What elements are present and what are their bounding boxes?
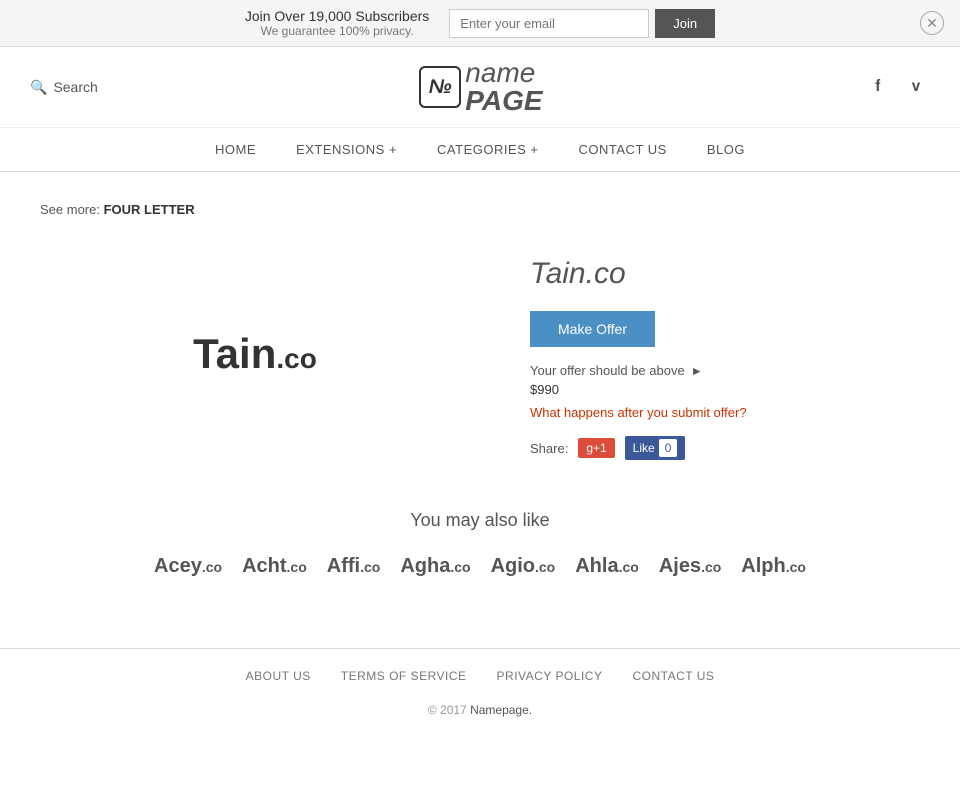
domain-card-tld: .co [202, 559, 222, 575]
search-label: Search [53, 79, 97, 95]
fb-count: 0 [659, 439, 678, 457]
email-form: Join [449, 9, 715, 38]
domain-card-name: Acey [154, 555, 202, 577]
join-button[interactable]: Join [655, 9, 715, 38]
domain-card-tld: .co [360, 559, 380, 575]
also-like-grid: Acey.coAcht.coAffi.coAgha.coAgio.coAhla.… [40, 555, 920, 578]
logo-name: name [465, 59, 542, 87]
main-content: See more: FOUR LETTER Tain.co Tain.co Ma… [0, 172, 960, 648]
gplus-button[interactable]: g+1 [578, 438, 614, 458]
domain-logo-name: Tain [193, 330, 276, 377]
domain-card-tld: .co [786, 559, 806, 575]
domain-logo-display: Tain.co [193, 330, 317, 378]
nav-extensions[interactable]: EXTENSIONS + [296, 142, 397, 157]
domain-card-name: Affi [327, 555, 360, 577]
fb-like-label: Like [633, 441, 655, 455]
footer-nav-link[interactable]: ABOUT US [246, 669, 311, 683]
domain-logo-tld: .co [276, 343, 316, 374]
domain-card[interactable]: Acey.co [154, 555, 222, 578]
domain-card[interactable]: Agha.co [400, 555, 470, 578]
footer-copyright: © 2017 Namepage. [40, 703, 920, 717]
main-nav: HOME EXTENSIONS + CATEGORIES + CONTACT U… [0, 128, 960, 172]
top-banner: Join Over 19,000 Subscribers We guarante… [0, 0, 960, 47]
share-area: Share: g+1 Like 0 [530, 436, 920, 460]
domain-card[interactable]: Agio.co [491, 555, 556, 578]
domain-card[interactable]: Alph.co [741, 555, 806, 578]
footer-nav: ABOUT US TERMS OF SERVICE PRIVACY POLICY CO… [40, 669, 920, 683]
make-offer-button[interactable]: Make Offer [530, 311, 655, 347]
footer-nav-link[interactable]: TERMS OF SERVICE [341, 669, 467, 683]
fb-like-button[interactable]: Like 0 [625, 436, 686, 460]
copyright-year: © 2017 [428, 703, 467, 717]
domain-card-tld: .co [535, 559, 555, 575]
share-label: Share: [530, 441, 568, 456]
offer-question-link[interactable]: What happens after you submit offer? [530, 405, 920, 420]
domain-name-large: Tain.co [530, 257, 920, 291]
domain-card-tld: .co [450, 559, 470, 575]
search-area[interactable]: 🔍 Search [30, 79, 98, 96]
nav-home[interactable]: HOME [215, 142, 256, 157]
domain-card-name: Agha [400, 555, 450, 577]
facebook-icon[interactable]: 𝐟 [864, 73, 892, 101]
domain-card[interactable]: Ahla.co [575, 555, 639, 578]
logo[interactable]: № name PAGE [419, 59, 542, 115]
banner-sub-text: We guarantee 100% privacy. [245, 24, 429, 38]
see-more-prefix: See more: [40, 202, 100, 217]
domain-section: Tain.co Tain.co Make Offer Your offer sh… [40, 247, 920, 460]
domain-logo-area: Tain.co [40, 247, 470, 460]
footer-nav-link[interactable]: CONTACT US [632, 669, 714, 683]
footer-brand-link[interactable]: Namepage. [470, 703, 532, 717]
banner-main-text: Join Over 19,000 Subscribers [245, 8, 429, 24]
domain-card[interactable]: Affi.co [327, 555, 381, 578]
see-more-link[interactable]: FOUR LETTER [104, 202, 195, 217]
footer-nav-link[interactable]: PRIVACY POLICY [497, 669, 603, 683]
domain-card-name: Acht [242, 555, 286, 577]
search-icon: 🔍 [30, 79, 47, 96]
also-like-title: You may also like [40, 510, 920, 531]
offer-amount: $990 [530, 382, 920, 397]
footer: ABOUT US TERMS OF SERVICE PRIVACY POLICY CO… [0, 648, 960, 737]
offer-info-text: Your offer should be above [530, 363, 685, 378]
close-banner-button[interactable]: ✕ [920, 11, 944, 35]
nav-blog[interactable]: BLOG [707, 142, 745, 157]
nav-categories[interactable]: CATEGORIES + [437, 142, 538, 157]
email-input[interactable] [449, 9, 649, 38]
nav-contact[interactable]: CONTACT US [579, 142, 667, 157]
breadcrumb: See more: FOUR LETTER [40, 202, 920, 217]
logo-page: PAGE [465, 87, 542, 115]
domain-card-name: Agio [491, 555, 535, 577]
domain-card[interactable]: Acht.co [242, 555, 307, 578]
banner-text: Join Over 19,000 Subscribers We guarante… [245, 8, 429, 38]
domain-card-tld: .co [619, 559, 639, 575]
domain-card-name: Ajes [659, 555, 701, 577]
logo-icon: № [419, 66, 461, 108]
twitter-icon[interactable]: 𝐯 [902, 73, 930, 101]
social-icons: 𝐟 𝐯 [864, 73, 930, 101]
domain-card-tld: .co [287, 559, 307, 575]
also-like-section: You may also like Acey.coAcht.coAffi.coA… [40, 510, 920, 578]
logo-text: name PAGE [465, 59, 542, 115]
logo-area: № name PAGE [419, 59, 542, 115]
domain-info: Tain.co Make Offer Your offer should be … [530, 247, 920, 460]
domain-card[interactable]: Ajes.co [659, 555, 721, 578]
site-header: 🔍 Search № name PAGE 𝐟 𝐯 [0, 47, 960, 128]
offer-arrow-icon: ► [691, 364, 703, 378]
offer-info: Your offer should be above ► [530, 363, 920, 378]
domain-card-tld: .co [701, 559, 721, 575]
domain-card-name: Ahla [575, 555, 618, 577]
domain-card-name: Alph [741, 555, 785, 577]
